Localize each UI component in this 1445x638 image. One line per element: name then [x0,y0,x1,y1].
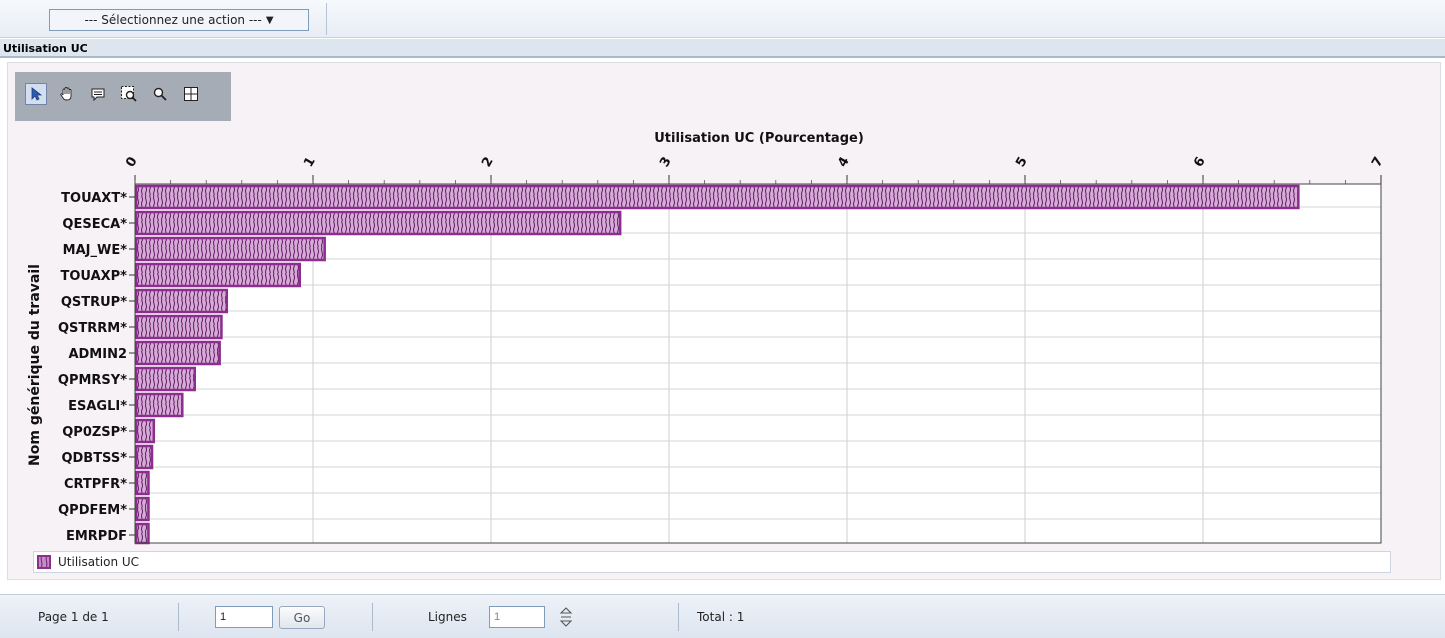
bar [134,340,221,366]
y-tick-label: QESECA* [62,217,127,232]
y-tick-label: QSTRUP* [61,295,127,310]
bar [134,262,302,288]
bar [134,418,156,444]
bar [134,444,154,470]
bar [134,522,150,545]
y-tick-label: QPDFEM* [58,503,127,518]
chart-legend: Utilisation UC [33,551,1391,573]
x-tick-label: 0 [123,155,141,170]
y-tick-label: TOUAXT* [61,191,127,206]
y-axis-label: Nom générique du travail [27,264,43,466]
bar [134,496,150,522]
divider [372,603,373,631]
bar [134,236,326,262]
bar [134,470,150,496]
page-indicator: Page 1 de 1 [38,610,109,624]
lines-label: Lignes [428,610,467,624]
x-tick-label: 7 [1369,155,1387,170]
legend-swatch [37,555,51,569]
bar [134,366,196,392]
y-tick-label: TOUAXP* [61,269,128,284]
lines-stepper-icon[interactable] [558,603,574,631]
y-tick-label: MAJ_WE* [63,243,128,258]
y-tick-label: EMRPDF [66,529,127,544]
x-tick-label: 5 [1013,155,1031,170]
x-tick-label: 4 [835,155,853,170]
divider [678,603,679,631]
divider [178,603,179,631]
total-count: Total : 1 [697,610,745,624]
bar [134,288,229,314]
bar [134,184,1300,210]
x-tick-label: 3 [657,155,675,170]
legend-label: Utilisation UC [58,555,140,569]
bar-chart: Utilisation UC (Pourcentage) 0 1 2 3 4 5 6 7 TOU… [27,131,1387,545]
y-tick-label: CRTPFR* [64,477,127,492]
go-button[interactable]: Go [279,606,325,629]
y-tick-label: QPMRSY* [58,373,127,388]
y-tick-label: ESAGLI* [68,399,127,414]
y-tick-label: QDBTSS* [61,451,127,466]
lines-input[interactable] [489,606,545,628]
y-tick-label: QSTRRM* [58,321,127,336]
bar [134,392,184,418]
y-tick-label: ADMIN2 [68,347,127,362]
bar [134,210,622,236]
bar [134,314,223,340]
chart-title: Utilisation UC (Pourcentage) [654,131,864,146]
pagination-bar: Page 1 de 1 Go Lignes Total : 1 [0,594,1445,638]
page-number-input[interactable] [215,606,273,628]
x-tick-label: 6 [1191,155,1209,170]
y-tick-label: QP0ZSP* [62,425,127,440]
x-tick-label: 2 [479,155,497,170]
x-tick-label: 1 [301,155,319,170]
